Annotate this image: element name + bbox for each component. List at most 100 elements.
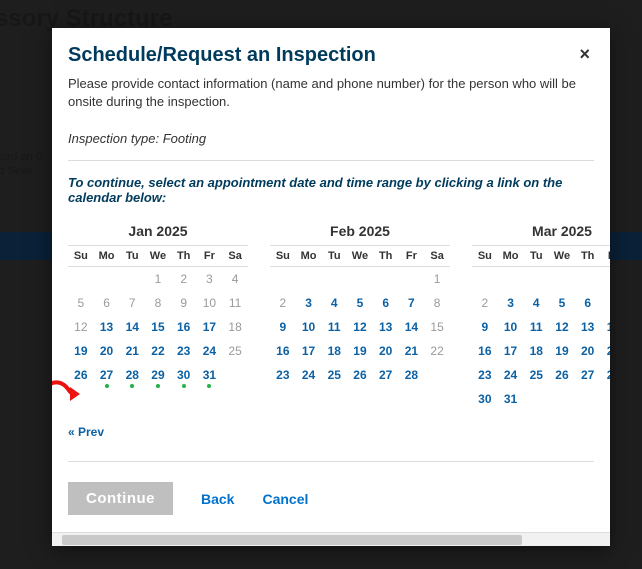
calendar-dow-header: Sa (424, 246, 450, 267)
calendar-day-link[interactable]: 30 (472, 387, 498, 411)
calendar-day-link[interactable]: 22 (145, 339, 171, 363)
calendar-day-link[interactable]: 24 (498, 363, 524, 387)
horizontal-scrollbar[interactable] (52, 532, 610, 546)
calendar-day-link[interactable]: 23 (270, 363, 296, 387)
calendar-day-link[interactable]: 16 (472, 339, 498, 363)
calendar-grid: SuMoTuWeThFrSa12345678910111213141516171… (472, 245, 610, 411)
calendar-day-empty (270, 267, 296, 292)
scrollbar-thumb[interactable] (62, 535, 522, 545)
calendar-day-link[interactable]: 17 (498, 339, 524, 363)
calendar-day-link[interactable]: 20 (575, 339, 601, 363)
calendar-day-link[interactable]: 16 (171, 315, 197, 339)
calendar-day-disabled: 15 (424, 315, 450, 339)
calendar-day-link[interactable]: 19 (347, 339, 373, 363)
calendar-day-link[interactable]: 4 (523, 291, 549, 315)
calendar-day-link[interactable]: 9 (472, 315, 498, 339)
calendar-day-link[interactable]: 14 (601, 315, 610, 339)
calendar-dow-header: We (145, 246, 171, 267)
calendar-day-link[interactable]: 17 (197, 315, 223, 339)
calendar-day-link[interactable]: 31 (197, 363, 223, 387)
calendar-day-link[interactable]: 10 (296, 315, 322, 339)
calendar-dow-header: Mo (498, 246, 524, 267)
calendar-day-link[interactable]: 14 (119, 315, 145, 339)
calendar-day-disabled: 22 (424, 339, 450, 363)
calendar-day-empty (472, 267, 498, 292)
calendar-day-disabled: 7 (119, 291, 145, 315)
calendar-day-link[interactable]: 21 (399, 339, 425, 363)
calendar-day-link[interactable]: 11 (321, 315, 347, 339)
calendar-day-link[interactable]: 28 (601, 363, 610, 387)
calendar-day-link[interactable]: 16 (270, 339, 296, 363)
cancel-button[interactable]: Cancel (262, 491, 308, 507)
calendar-day-link[interactable]: 4 (321, 291, 347, 315)
prev-link[interactable]: « Prev (68, 425, 104, 439)
calendar-day-link[interactable]: 13 (373, 315, 399, 339)
calendar-day-link[interactable]: 10 (498, 315, 524, 339)
calendar-month-title: Jan 2025 (68, 223, 248, 239)
calendar-day-link[interactable]: 5 (347, 291, 373, 315)
calendar-day-empty (498, 267, 524, 292)
calendar-day-link[interactable]: 21 (601, 339, 610, 363)
calendar-day-link[interactable]: 5 (549, 291, 575, 315)
calendar-dow-header: Su (270, 246, 296, 267)
calendar-day-link[interactable]: 27 (575, 363, 601, 387)
calendar-day-link[interactable]: 24 (296, 363, 322, 387)
calendar-day-link[interactable]: 28 (399, 363, 425, 387)
calendar-day-link[interactable]: 11 (523, 315, 549, 339)
calendar-day-link[interactable]: 6 (373, 291, 399, 315)
calendar-day-link[interactable]: 13 (575, 315, 601, 339)
back-button[interactable]: Back (201, 491, 234, 507)
calendar-day-link[interactable]: 18 (523, 339, 549, 363)
calendar-day-link[interactable]: 26 (347, 363, 373, 387)
calendar-day-empty (94, 267, 120, 292)
calendar-day-empty (119, 267, 145, 292)
calendar-grid: SuMoTuWeThFrSa12345678910111213141516171… (270, 245, 450, 387)
calendar-day-empty (575, 387, 601, 411)
calendar-day-link[interactable]: 28 (119, 363, 145, 387)
calendar-dow-header: We (549, 246, 575, 267)
modal-body: Please provide contact information (name… (52, 67, 610, 532)
continue-button[interactable]: Continue (68, 482, 173, 515)
calendar-day-link[interactable]: 23 (472, 363, 498, 387)
calendar-day-link[interactable]: 25 (321, 363, 347, 387)
inspection-type-label: Inspection type: (68, 131, 159, 146)
calendar-day-link[interactable]: 21 (119, 339, 145, 363)
calendar-day-link[interactable]: 27 (94, 363, 120, 387)
calendar-day-link[interactable]: 9 (270, 315, 296, 339)
calendar-day-link[interactable]: 29 (145, 363, 171, 387)
calendar-dow-header: Su (472, 246, 498, 267)
calendar-day-empty (321, 267, 347, 292)
calendar-dow-header: Th (171, 246, 197, 267)
calendar-dow-header: Mo (94, 246, 120, 267)
calendar-day-link[interactable]: 24 (197, 339, 223, 363)
calendar-month: Feb 2025SuMoTuWeThFrSa123456789101112131… (270, 223, 450, 411)
calendar-day-link[interactable]: 6 (575, 291, 601, 315)
calendar-day-link[interactable]: 25 (523, 363, 549, 387)
calendar-day-link[interactable]: 3 (296, 291, 322, 315)
calendar-day-link[interactable]: 18 (321, 339, 347, 363)
calendar-day-link[interactable]: 7 (399, 291, 425, 315)
calendar-day-link[interactable]: 23 (171, 339, 197, 363)
calendar-dow-header: We (347, 246, 373, 267)
calendar-day-link[interactable]: 26 (549, 363, 575, 387)
close-icon[interactable]: × (575, 44, 594, 65)
calendar-day-link[interactable]: 30 (171, 363, 197, 387)
calendar-day-link[interactable]: 26 (68, 363, 94, 387)
calendar-day-empty (601, 387, 610, 411)
calendar-day-link[interactable]: 20 (94, 339, 120, 363)
calendar-day-link[interactable]: 20 (373, 339, 399, 363)
calendar-day-link[interactable]: 12 (549, 315, 575, 339)
calendar-day-link[interactable]: 19 (68, 339, 94, 363)
calendar-day-link[interactable]: 19 (549, 339, 575, 363)
calendar-day-link[interactable]: 17 (296, 339, 322, 363)
calendar-day-link[interactable]: 15 (145, 315, 171, 339)
calendar-day-link[interactable]: 14 (399, 315, 425, 339)
calendar-day-link[interactable]: 12 (347, 315, 373, 339)
calendar-day-link[interactable]: 3 (498, 291, 524, 315)
calendar-dow-header: Tu (119, 246, 145, 267)
calendar-day-link[interactable]: 31 (498, 387, 524, 411)
calendar-day-link[interactable]: 7 (601, 291, 610, 315)
calendar-day-link[interactable]: 27 (373, 363, 399, 387)
modal-lead-text: Please provide contact information (name… (68, 75, 594, 111)
calendar-day-link[interactable]: 13 (94, 315, 120, 339)
